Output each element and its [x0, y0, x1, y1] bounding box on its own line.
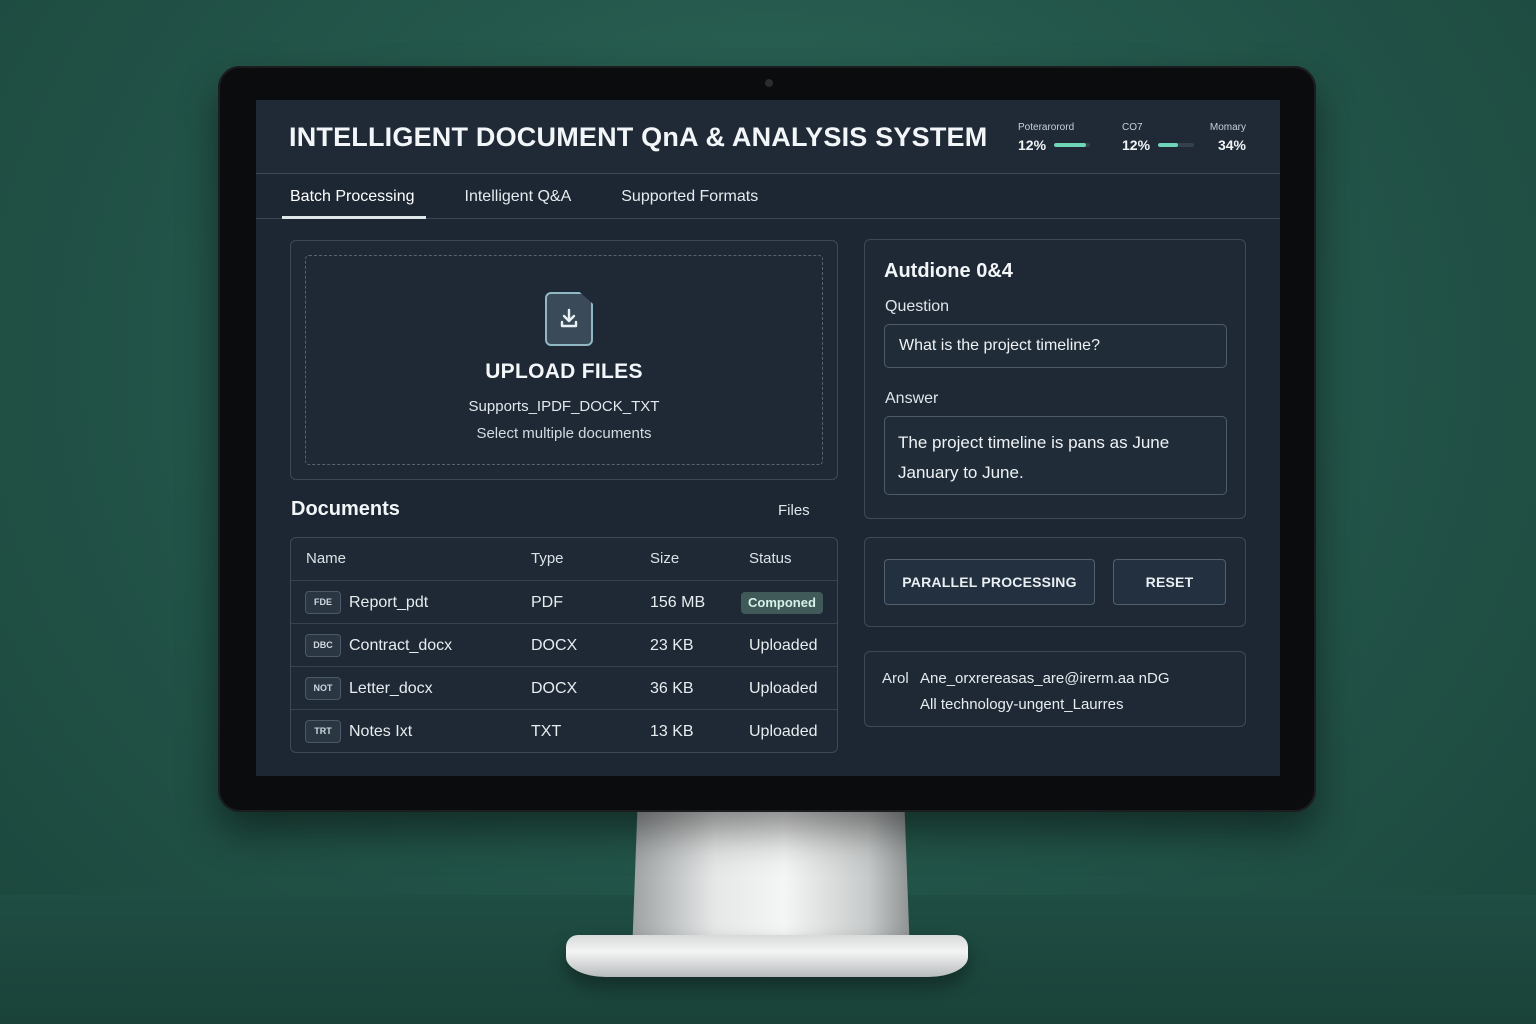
file-status: Uploaded — [749, 723, 818, 740]
file-name: Report_pdt — [349, 594, 429, 611]
file-name: Notes Ixt — [349, 723, 413, 740]
file-size: 156 MB — [650, 594, 706, 611]
app-header: INTELLIGENT DOCUMENT QnA & ANALYSIS SYST… — [256, 100, 1280, 174]
file-name: Contract_docx — [349, 637, 453, 654]
column-header-size: Size — [650, 550, 680, 567]
info-line-2: All technology-ungent_Laurres — [920, 696, 1124, 713]
camera-icon — [765, 79, 773, 87]
upload-panel: UPLOAD FILES Supports_IPDF_DOCK_TXT Sele… — [290, 240, 838, 480]
metric-bar — [1054, 143, 1091, 147]
upload-hint: Select multiple documents — [476, 425, 652, 442]
column-header-status: Status — [749, 550, 792, 567]
metric-bar-fill — [1158, 143, 1178, 147]
table-row[interactable]: DBC Contract_docx DOCX 23 KB Uploaded — [291, 624, 837, 667]
file-type-icon: NOT — [305, 677, 341, 700]
tab-intelligent-qa[interactable]: Intelligent Q&A — [465, 174, 572, 218]
documents-table: Name Type Size Status FDE Report_pdt PDF… — [290, 537, 838, 753]
question-input[interactable]: What is the project timeline? — [884, 324, 1227, 368]
file-type: TXT — [531, 723, 562, 740]
upload-heading: UPLOAD FILES — [485, 360, 643, 383]
column-header-name: Name — [306, 550, 347, 567]
file-type: DOCX — [531, 680, 578, 697]
file-size: 13 KB — [650, 723, 694, 740]
file-type-icon: DBC — [305, 634, 341, 657]
metric-cpu: Poterarorord 12% — [1018, 122, 1108, 153]
metric-co7: CO7 12% — [1122, 122, 1212, 153]
metric-value: 12% — [1122, 137, 1151, 153]
table-row[interactable]: NOT Letter_docx DOCX 36 KB Uploaded — [291, 667, 837, 710]
file-type: DOCX — [531, 637, 578, 654]
answer-output: The project timeline is pans as June Jan… — [884, 416, 1227, 495]
info-line-1: Ane_orxrereasas_are@irerm.aa nDG — [920, 670, 1170, 687]
answer-label: Answer — [885, 390, 939, 407]
monitor-stand — [632, 805, 910, 955]
tab-bar: Batch Processing Intelligent Q&A Support… — [256, 174, 1280, 219]
actions-panel: PARALLEL PROCESSING RESET — [864, 537, 1246, 627]
metric-label: CO7 — [1122, 122, 1143, 133]
table-header: Name Type Size Status — [291, 538, 837, 581]
metric-label: Momary — [1209, 122, 1246, 133]
table-row[interactable]: FDE Report_pdt PDF 156 MB Componed — [291, 581, 837, 624]
file-status: Uploaded — [749, 680, 818, 697]
tab-supported-formats[interactable]: Supported Formats — [621, 174, 758, 218]
file-size: 23 KB — [650, 637, 694, 654]
parallel-processing-button[interactable]: PARALLEL PROCESSING — [884, 559, 1095, 605]
upload-drop-zone[interactable]: UPLOAD FILES Supports_IPDF_DOCK_TXT Sele… — [305, 255, 823, 465]
file-status: Uploaded — [749, 637, 818, 654]
info-panel: Arol Ane_orxrereasas_are@irerm.aa nDG Al… — [864, 651, 1246, 727]
metric-memory: Momary 34% — [1206, 122, 1246, 153]
app-title: INTELLIGENT DOCUMENT QnA & ANALYSIS SYST… — [289, 122, 988, 152]
upload-supported-formats: Supports_IPDF_DOCK_TXT — [468, 398, 660, 415]
documents-title: Documents — [291, 498, 400, 520]
column-header-type: Type — [531, 550, 564, 567]
app-screen: INTELLIGENT DOCUMENT QnA & ANALYSIS SYST… — [256, 100, 1280, 776]
file-type-icon: FDE — [305, 591, 341, 614]
upload-file-icon — [545, 292, 593, 346]
metric-bar-fill — [1054, 143, 1087, 147]
info-prefix: Arol — [882, 670, 909, 687]
file-size: 36 KB — [650, 680, 694, 697]
table-row[interactable]: TRT Notes Ixt TXT 13 KB Uploaded — [291, 710, 837, 752]
monitor-stand-base — [566, 935, 968, 977]
qna-title: Autdione 0&4 — [884, 260, 1013, 282]
tab-batch-processing[interactable]: Batch Processing — [282, 174, 425, 219]
file-type-icon: TRT — [305, 720, 341, 743]
status-badge: Componed — [741, 592, 823, 614]
reset-button[interactable]: RESET — [1113, 559, 1226, 605]
metric-value: 12% — [1018, 137, 1047, 153]
metric-value: 34% — [1217, 137, 1246, 153]
qna-panel: Autdione 0&4 Question What is the projec… — [864, 239, 1246, 519]
metric-label: Poterarorord — [1018, 122, 1075, 133]
file-type: PDF — [531, 594, 563, 611]
files-link[interactable]: Files — [778, 502, 810, 519]
metric-bar — [1158, 143, 1195, 147]
question-label: Question — [885, 298, 950, 315]
file-name: Letter_docx — [349, 680, 433, 697]
